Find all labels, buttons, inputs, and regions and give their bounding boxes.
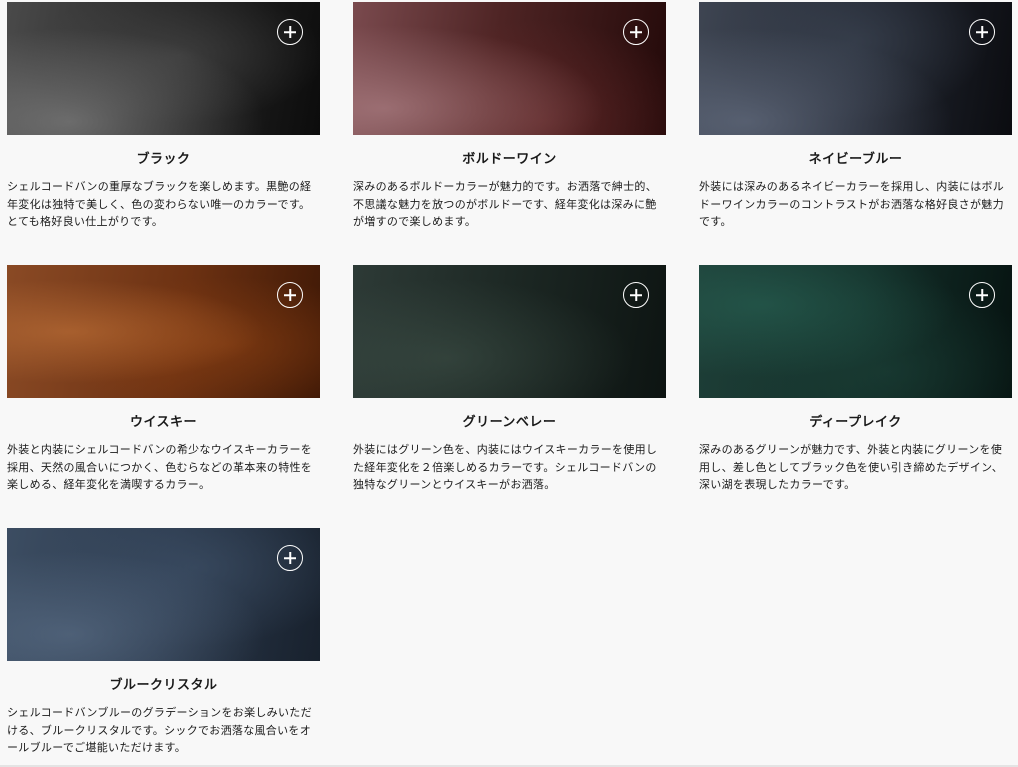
leather-texture	[699, 2, 1012, 135]
color-description: シェルコードバンの重厚なブラックを楽しめます。黒艶の経年変化は独特で美しく、色の…	[7, 180, 312, 228]
color-card-green-beret: グリーンベレー 外装にはグリーン色を、内装にはウイスキーカラーを使用した経年変化…	[353, 265, 666, 494]
color-description: 深みのあるボルドーカラーが魅力的です。お洒落で紳士的、不思議な魅力を放つのがボル…	[353, 180, 657, 228]
color-description: 外装と内装にシェルコードバンの希少なウイスキーカラーを採用、天然の風合いにつかく…	[7, 443, 313, 491]
plus-circle-icon[interactable]	[969, 19, 995, 45]
color-grid: ブラック シェルコードバンの重厚なブラックを楽しめます。黒艶の経年変化は独特で美…	[0, 0, 1018, 767]
color-swatch-image[interactable]	[7, 528, 320, 661]
color-card-deep-lake: ディープレイク 深みのあるグリーンが魅力です、外装と内装にグリーンを使用し、差し…	[699, 265, 1012, 494]
plus-circle-icon[interactable]	[623, 19, 649, 45]
leather-texture	[7, 528, 320, 661]
color-name: ディープレイク	[809, 415, 902, 430]
color-description: 外装には深みのあるネイビーカラーを採用し、内装にはボルドーワインカラーのコントラ…	[699, 180, 1005, 228]
color-card-whisky: ウイスキー 外装と内装にシェルコードバンの希少なウイスキーカラーを採用、天然の風…	[7, 265, 320, 494]
color-card-black: ブラック シェルコードバンの重厚なブラックを楽しめます。黒艶の経年変化は独特で美…	[7, 2, 320, 231]
plus-circle-icon[interactable]	[277, 282, 303, 308]
color-name: ブルークリスタル	[109, 678, 218, 693]
color-swatch-image[interactable]	[699, 265, 1012, 398]
color-name: ネイビーブルー	[808, 152, 903, 167]
color-swatch-image[interactable]	[353, 265, 666, 398]
color-description: 深みのあるグリーンが魅力です、外装と内装にグリーンを使用し、差し色としてブラック…	[699, 443, 1004, 491]
color-card-bordeaux: ボルドーワイン 深みのあるボルドーカラーが魅力的です。お洒落で紳士的、不思議な魅…	[353, 2, 666, 231]
leather-texture	[7, 2, 320, 135]
color-card-blue-crystal: ブルークリスタル シェルコードバンブルーのグラデーションをお楽しみいただける、ブ…	[7, 528, 320, 757]
color-swatch-image[interactable]	[699, 2, 1012, 135]
plus-circle-icon[interactable]	[277, 545, 303, 571]
color-name: グリーンベレー	[462, 415, 557, 430]
color-description: 外装にはグリーン色を、内装にはウイスキーカラーを使用した経年変化を２倍楽しめるカ…	[353, 443, 658, 491]
color-card-navy: ネイビーブルー 外装には深みのあるネイビーカラーを採用し、内装にはボルドーワイン…	[699, 2, 1012, 231]
color-swatch-image[interactable]	[7, 265, 320, 398]
plus-circle-icon[interactable]	[277, 19, 303, 45]
plus-circle-icon[interactable]	[623, 282, 649, 308]
leather-texture	[353, 265, 666, 398]
color-swatch-image[interactable]	[7, 2, 320, 135]
color-swatch-image[interactable]	[353, 2, 666, 135]
leather-texture	[699, 265, 1012, 398]
leather-texture	[353, 2, 666, 135]
color-description: シェルコードバンブルーのグラデーションをお楽しみいただける、ブルークリスタルです…	[7, 706, 312, 754]
plus-circle-icon[interactable]	[969, 282, 995, 308]
color-name: ブラック	[136, 152, 191, 167]
leather-texture	[7, 265, 320, 398]
color-name: ウイスキー	[129, 415, 198, 430]
color-name: ボルドーワイン	[462, 152, 557, 167]
